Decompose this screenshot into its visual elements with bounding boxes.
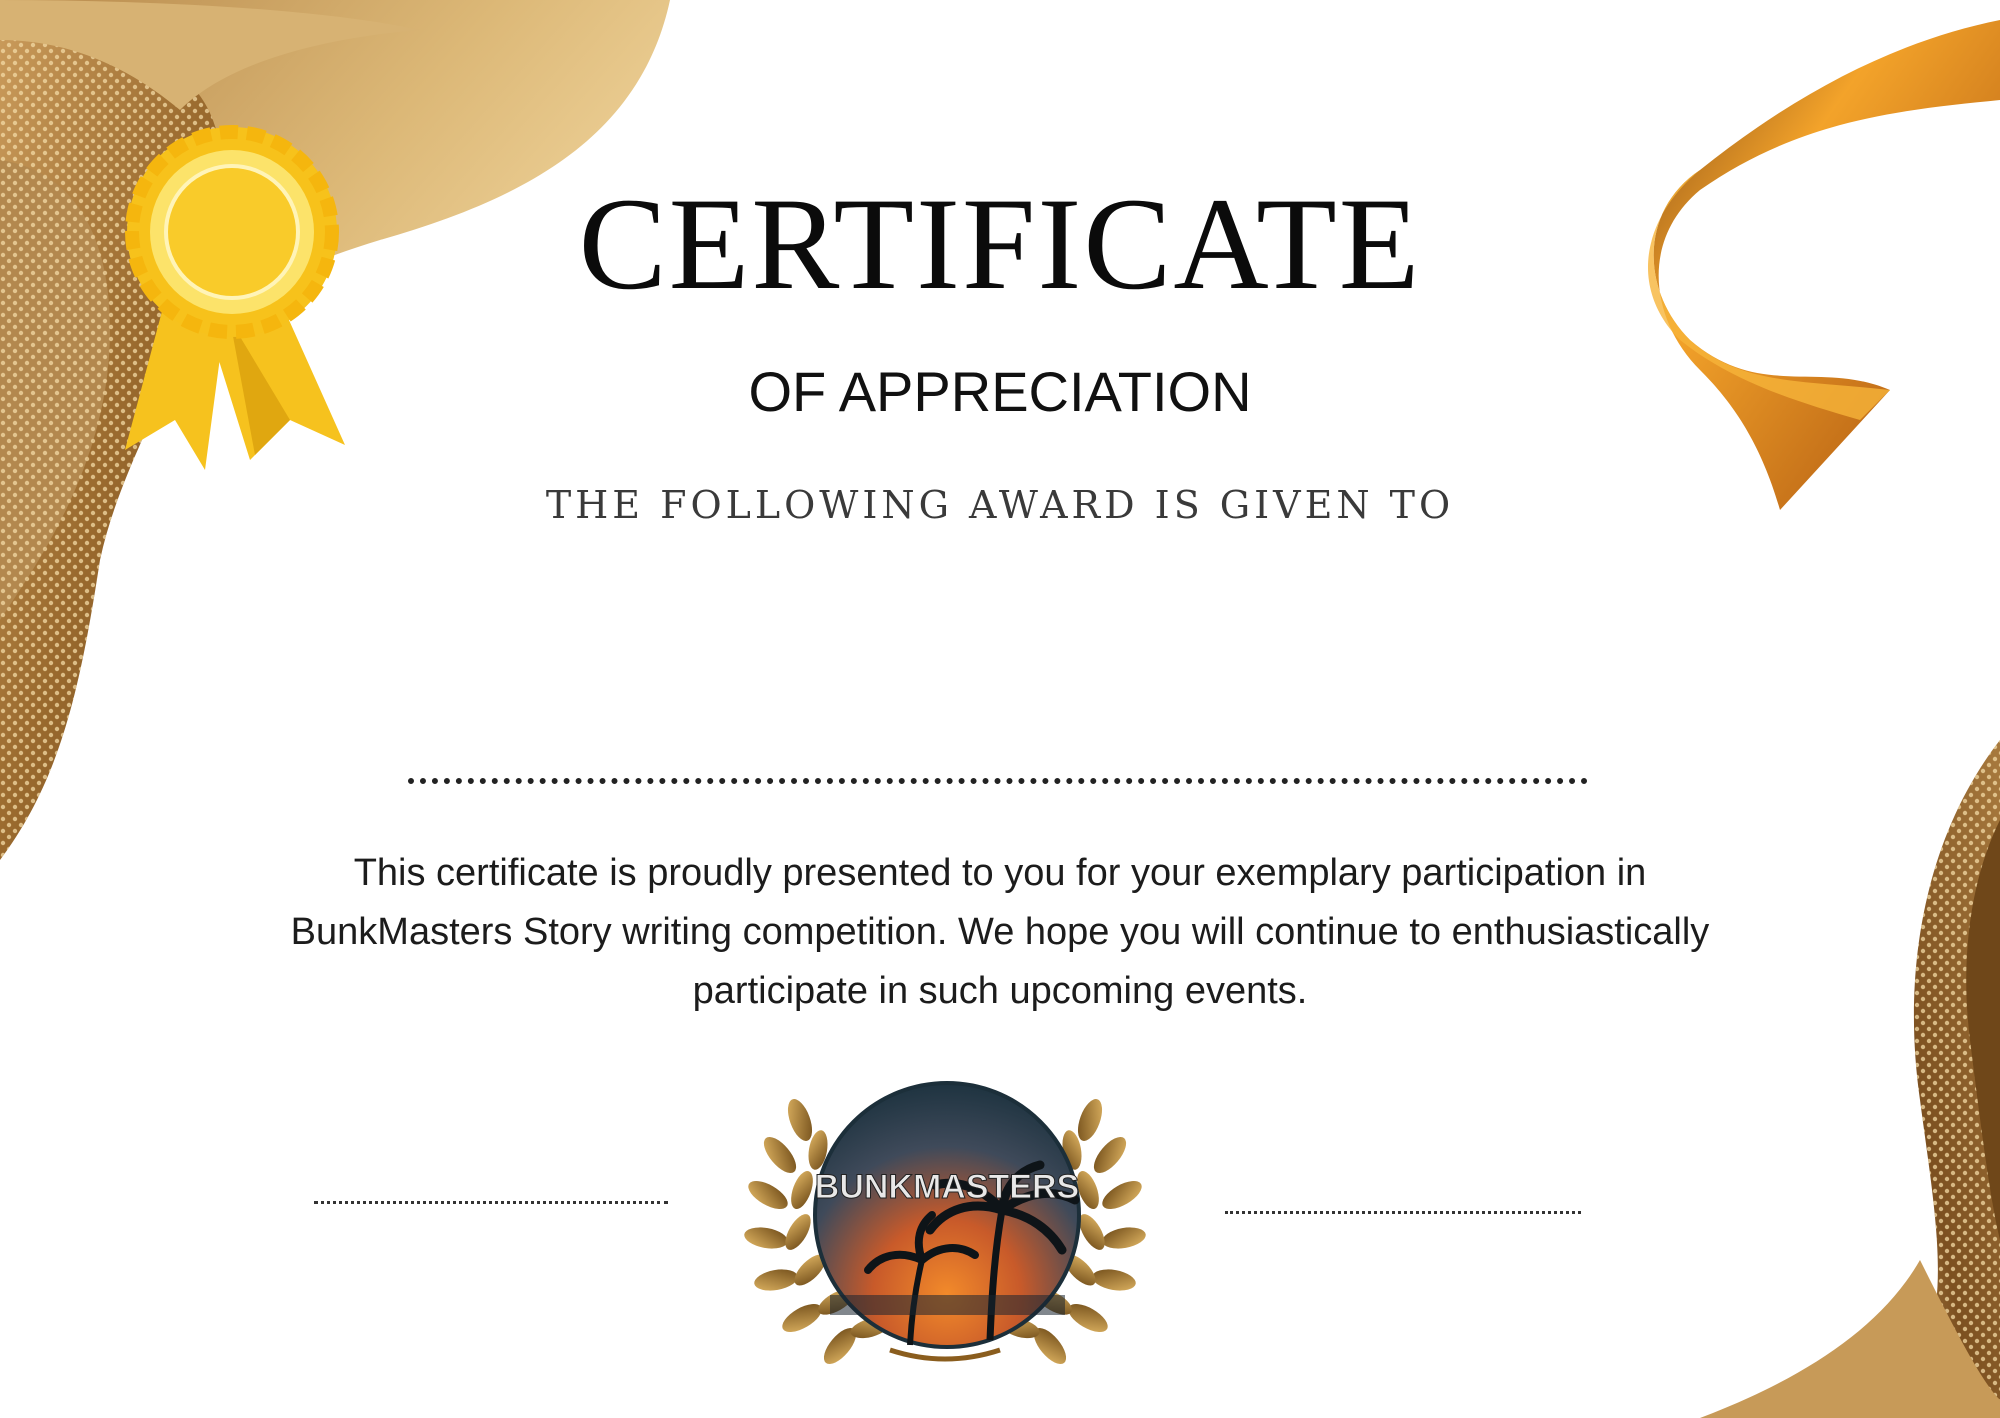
certificate-page: CERTIFICATE OF APPRECIATION THE FOLLOWIN… <box>0 0 2000 1418</box>
bunkmasters-logo: BUNKMASTERS <box>813 1081 1081 1349</box>
recipient-name-line <box>408 778 1588 784</box>
body-line: participate in such upcoming events. <box>692 970 1308 1012</box>
certificate-subtitle: OF APPRECIATION <box>748 360 1252 423</box>
body-line: BunkMasters Story writing competition. W… <box>290 911 1710 953</box>
logo-text: BUNKMASTERS <box>815 1168 1079 1206</box>
signature-line-left <box>314 1201 668 1204</box>
signature-line-right <box>1225 1211 1581 1214</box>
certificate-title: CERTIFICATE <box>578 170 1422 317</box>
body-line: This certificate is proudly presented to… <box>353 852 1647 894</box>
given-to-label: THE FOLLOWING AWARD IS GIVEN TO <box>545 483 1455 527</box>
bunkmasters-seal: BUNKMASTERS <box>744 1081 1146 1365</box>
certificate-body: This certificate is proudly presented to… <box>150 844 1850 1021</box>
